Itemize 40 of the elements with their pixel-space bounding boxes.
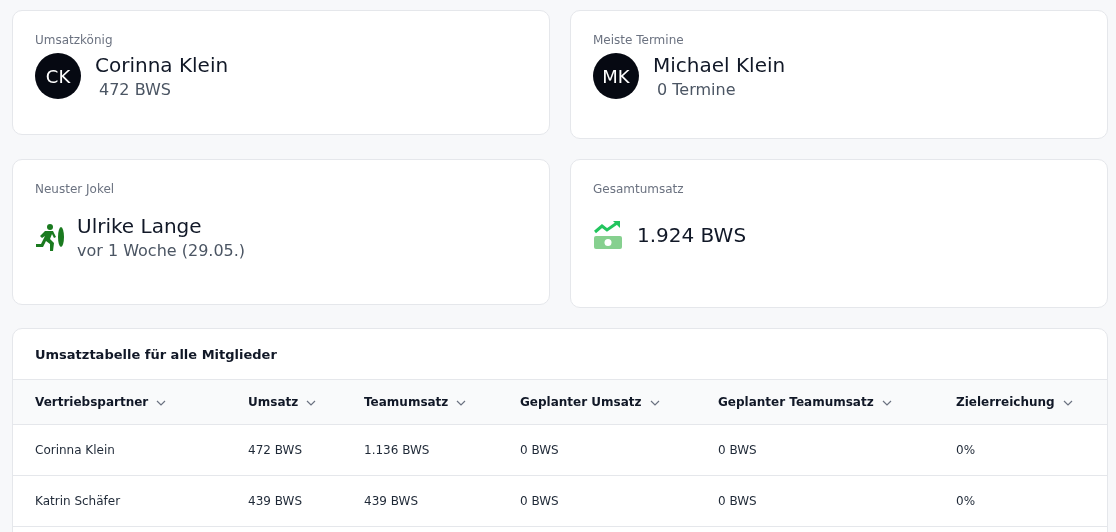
running-figure-icon xyxy=(35,222,65,252)
chevron-down-icon[interactable] xyxy=(456,399,467,406)
person-name: Michael Klein xyxy=(653,53,786,77)
column-header[interactable]: Teamumsatz xyxy=(364,395,449,409)
table-cell: 439 BWS xyxy=(248,494,302,508)
table-cell: 0% xyxy=(956,443,976,457)
table-cell: 472 BWS xyxy=(248,443,302,457)
table-cell: 0% xyxy=(956,494,976,508)
table-cell: 1.136 BWS xyxy=(364,443,430,457)
card-label: Gesamtumsatz xyxy=(593,182,685,196)
card-label: Umsatzkönig xyxy=(35,33,114,47)
column-header[interactable]: Geplanter Teamumsatz xyxy=(718,395,874,409)
stat-value: 472 BWS xyxy=(98,80,172,99)
column-header[interactable]: Vertriebspartner xyxy=(35,395,149,409)
table-cell: 0 BWS xyxy=(520,494,559,508)
person-name: Ulrike Lange xyxy=(77,214,203,238)
chevron-down-icon[interactable] xyxy=(156,399,167,406)
money-chart-icon xyxy=(593,220,623,250)
table-title: Umsatztabelle für alle Mitglieder xyxy=(34,346,278,364)
table-cell: 0 BWS xyxy=(718,494,757,508)
card-label: Neuster Jokel xyxy=(35,182,116,196)
table-cell: Corinna Klein xyxy=(35,443,115,457)
chevron-down-icon[interactable] xyxy=(649,399,660,406)
column-header[interactable]: Umsatz xyxy=(248,395,299,409)
chevron-down-icon[interactable] xyxy=(1062,399,1073,406)
column-header[interactable]: Zielerreichung xyxy=(956,395,1055,409)
total-value: 1.924 BWS xyxy=(637,223,747,247)
chevron-down-icon[interactable] xyxy=(881,399,892,406)
card-label: Meiste Termine xyxy=(593,33,685,47)
stat-value: 0 Termine xyxy=(656,80,737,99)
avatar: CK xyxy=(35,53,81,99)
table-cell: 0 BWS xyxy=(718,443,757,457)
time-ago-text: vor 1 Woche (29.05.) xyxy=(77,241,246,260)
table-cell: 0 BWS xyxy=(520,443,559,457)
avatar: MK xyxy=(593,53,639,99)
table-cell: Katrin Schäfer xyxy=(35,494,121,508)
person-name: Corinna Klein xyxy=(95,53,229,77)
chevron-down-icon[interactable] xyxy=(306,399,317,406)
column-header[interactable]: Geplanter Umsatz xyxy=(520,395,642,409)
table-cell: 439 BWS xyxy=(364,494,418,508)
